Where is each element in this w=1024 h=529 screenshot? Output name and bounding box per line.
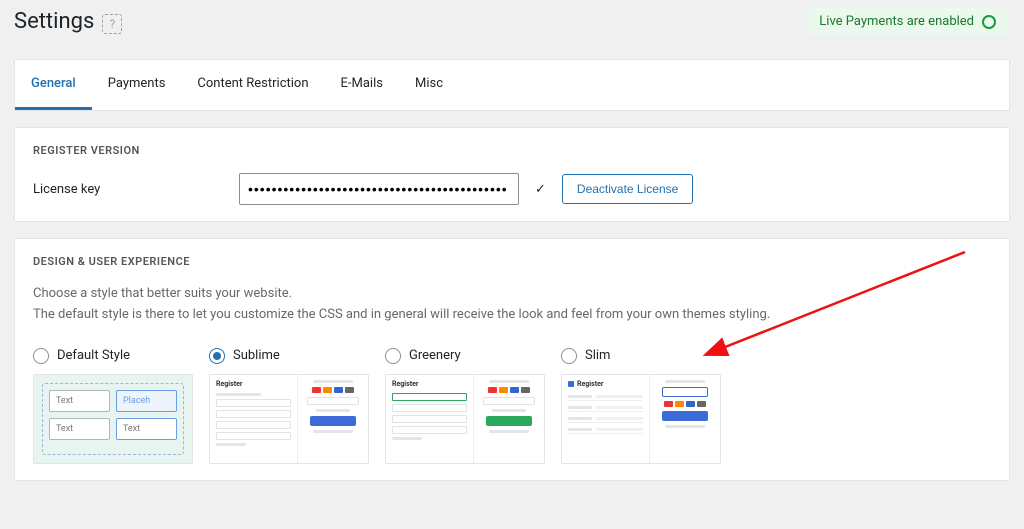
style-label: Slim	[585, 348, 610, 363]
preview-register-label: Register	[392, 380, 467, 388]
deactivate-license-button[interactable]: Deactivate License	[562, 174, 693, 204]
style-option-default: Default Style Text Text Placeh Text	[33, 348, 193, 464]
license-key-input[interactable]	[239, 173, 519, 205]
style-radio-slim[interactable]: Slim	[561, 348, 721, 364]
live-payments-label: Live Payments are enabled	[819, 14, 974, 29]
main-content: General Payments Content Restriction E-M…	[0, 59, 1024, 495]
style-preview-slim[interactable]: Register	[561, 374, 721, 464]
license-section: REGISTER VERSION License key ✓ Deactivat…	[15, 128, 1009, 221]
style-label: Sublime	[233, 348, 280, 363]
style-options-grid: Default Style Text Text Placeh Text	[33, 348, 991, 464]
style-option-slim: Slim Register	[561, 348, 721, 464]
tab-misc[interactable]: Misc	[399, 60, 459, 110]
check-icon: ✓	[535, 182, 546, 197]
style-preview-greenery[interactable]: Register	[385, 374, 545, 464]
tab-label: E-Mails	[341, 76, 383, 91]
design-card: DESIGN & USER EXPERIENCE Choose a style …	[14, 238, 1010, 481]
deactivate-license-label: Deactivate License	[577, 182, 678, 196]
preview-text-label: Text	[56, 424, 73, 434]
help-icon[interactable]: ?	[102, 14, 122, 34]
tab-general[interactable]: General	[15, 60, 92, 110]
status-ring-icon	[982, 15, 996, 29]
license-card: REGISTER VERSION License key ✓ Deactivat…	[14, 127, 1010, 222]
top-bar: Settings ? Live Payments are enabled	[0, 0, 1024, 43]
tab-payments[interactable]: Payments	[92, 60, 182, 110]
tab-label: General	[31, 76, 76, 91]
style-radio-greenery[interactable]: Greenery	[385, 348, 545, 364]
style-radio-default[interactable]: Default Style	[33, 348, 193, 364]
design-description-2: The default style is there to let you cu…	[33, 305, 991, 326]
live-payments-status: Live Payments are enabled	[807, 8, 1008, 35]
design-section: DESIGN & USER EXPERIENCE Choose a style …	[15, 239, 1009, 480]
radio-icon	[385, 348, 401, 364]
tab-label: Misc	[415, 76, 443, 91]
style-option-sublime: Sublime Register	[209, 348, 369, 464]
license-row: License key ✓ Deactivate License	[33, 173, 991, 205]
radio-icon	[33, 348, 49, 364]
style-radio-sublime[interactable]: Sublime	[209, 348, 369, 364]
design-heading: DESIGN & USER EXPERIENCE	[33, 255, 991, 268]
settings-tabs: General Payments Content Restriction E-M…	[15, 60, 1009, 110]
style-label: Greenery	[409, 348, 461, 363]
preview-register-label: Register	[216, 380, 291, 388]
tab-label: Content Restriction	[197, 76, 308, 91]
license-heading: REGISTER VERSION	[33, 144, 991, 157]
radio-icon	[209, 348, 225, 364]
license-key-label: License key	[33, 182, 223, 197]
top-bar-left: Settings ?	[14, 9, 122, 34]
preview-text-label: Text	[123, 424, 140, 434]
preview-text-label: Text	[56, 396, 73, 406]
radio-icon	[561, 348, 577, 364]
style-option-greenery: Greenery Register	[385, 348, 545, 464]
page-title: Settings	[14, 9, 94, 34]
preview-register-label: Register	[577, 380, 603, 388]
settings-tabs-card: General Payments Content Restriction E-M…	[14, 59, 1010, 111]
style-label: Default Style	[57, 348, 130, 363]
style-preview-sublime[interactable]: Register	[209, 374, 369, 464]
tab-emails[interactable]: E-Mails	[325, 60, 399, 110]
design-description-1: Choose a style that better suits your we…	[33, 284, 991, 305]
style-preview-default[interactable]: Text Text Placeh Text	[33, 374, 193, 464]
tab-content-restriction[interactable]: Content Restriction	[181, 60, 324, 110]
help-icon-glyph: ?	[110, 17, 116, 31]
tab-label: Payments	[108, 76, 166, 91]
preview-placeholder-label: Placeh	[123, 396, 150, 406]
